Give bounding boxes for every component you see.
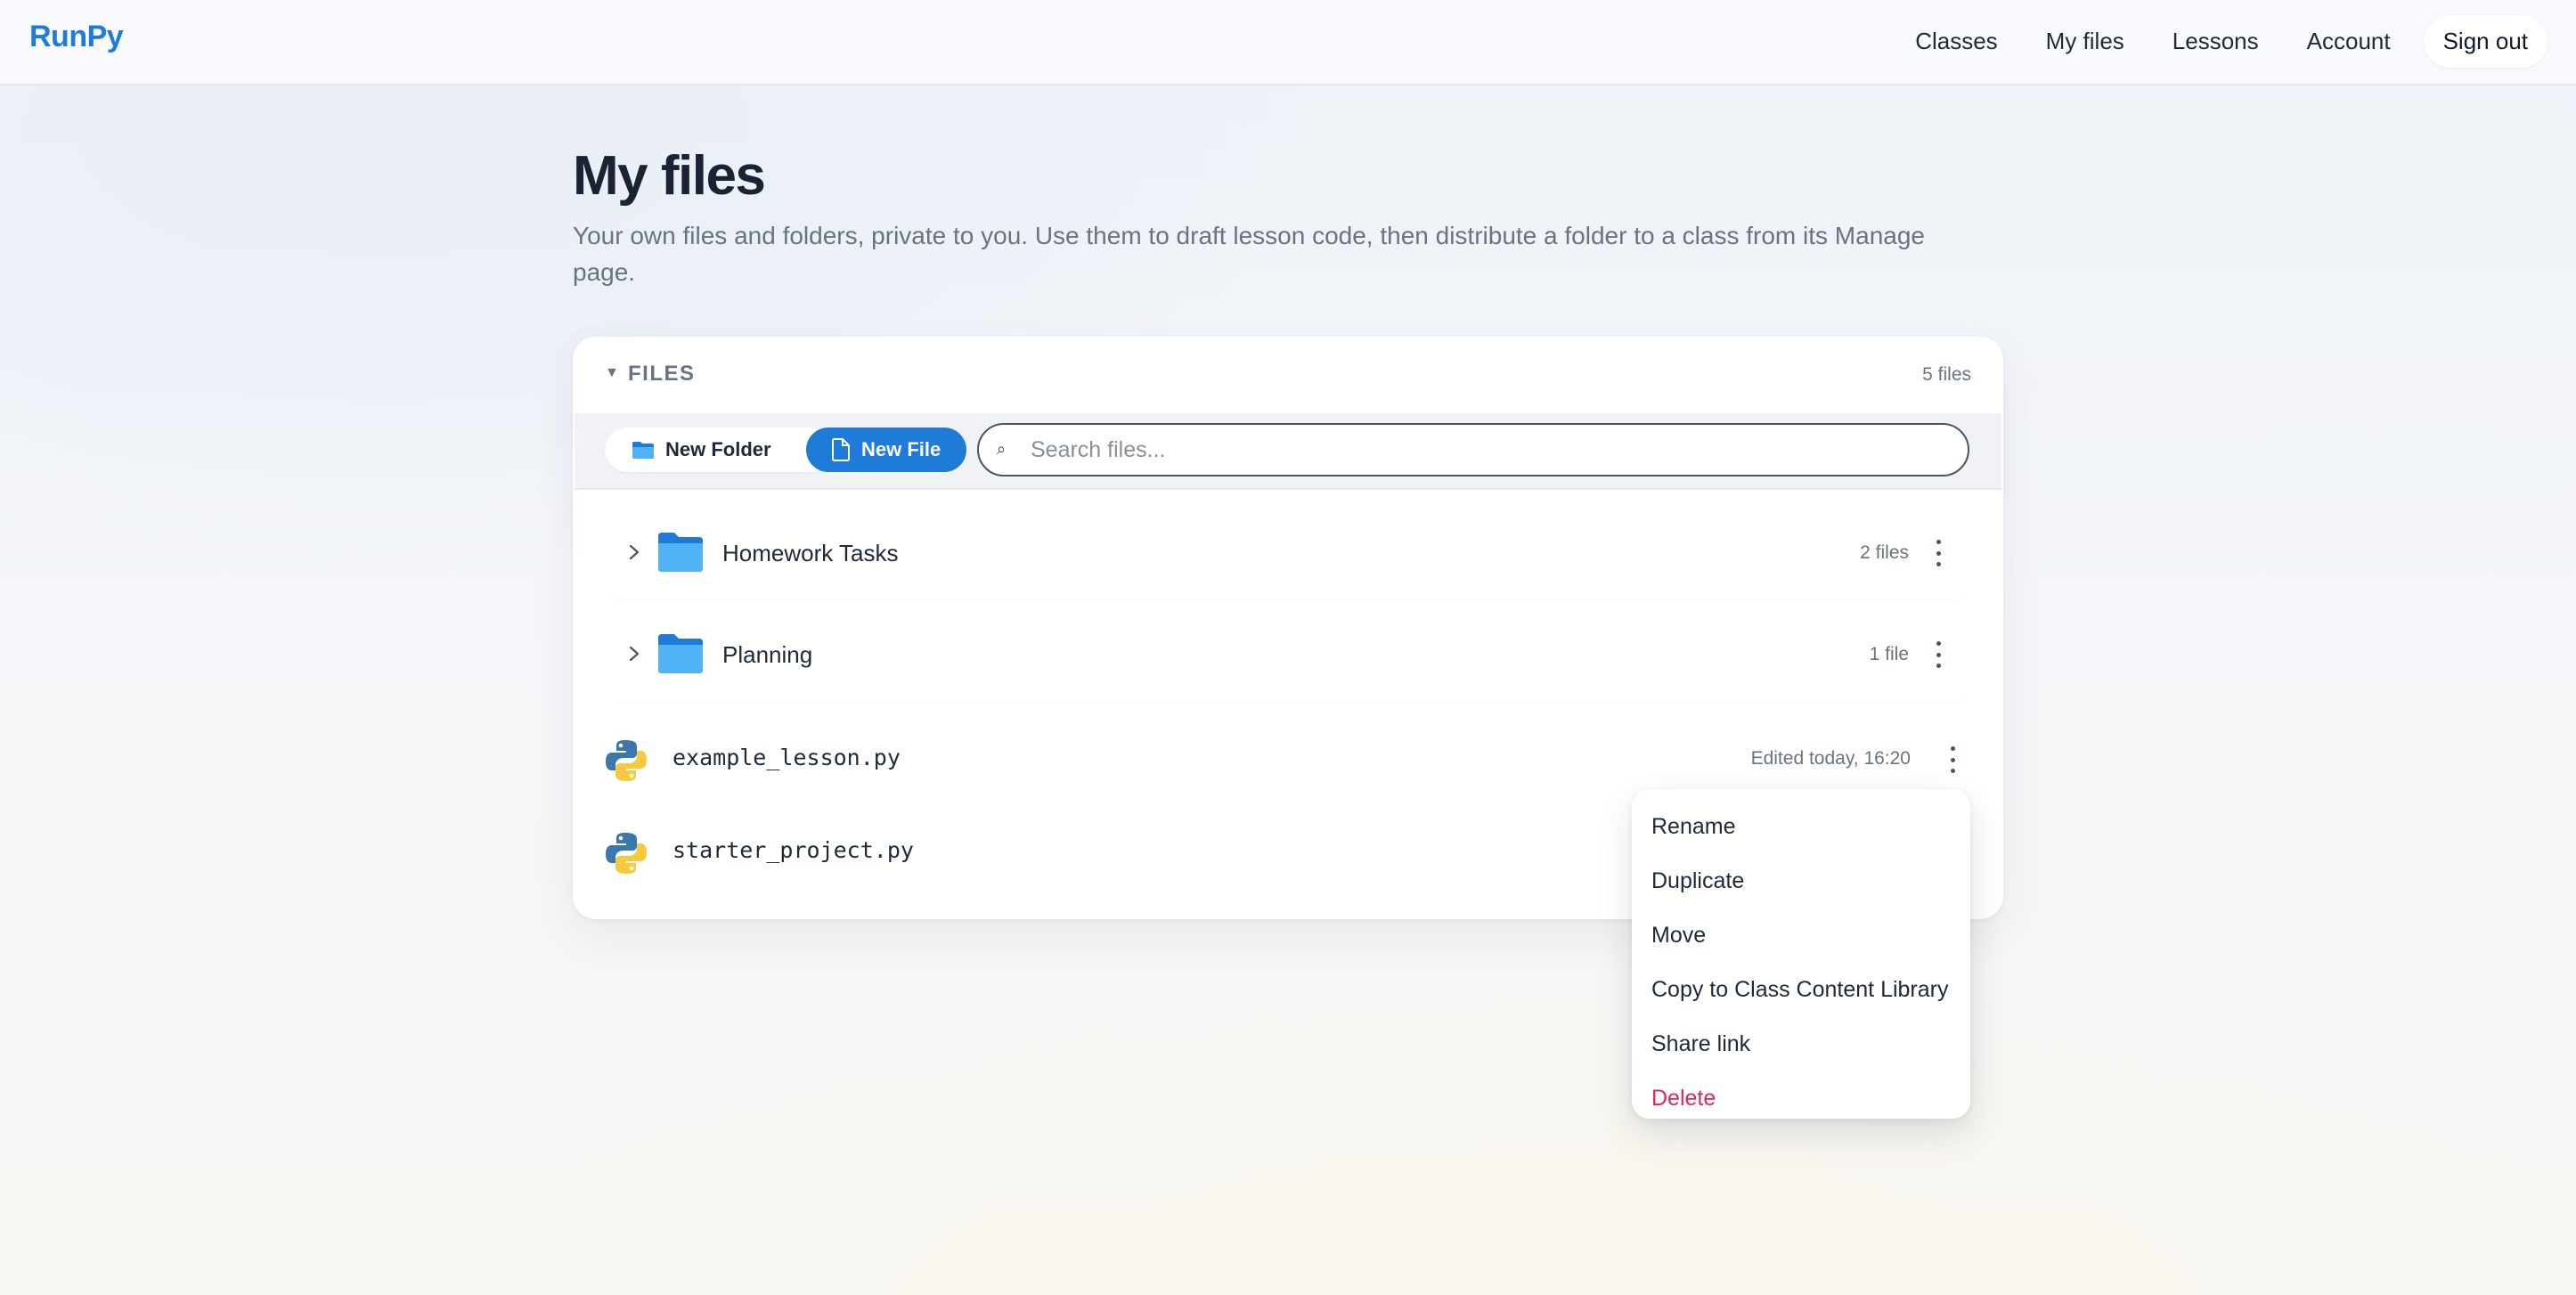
top-nav: RunPy Classes My files Lessons Account S…: [0, 0, 2576, 86]
chevron-right-icon[interactable]: [624, 540, 644, 565]
brand-logo[interactable]: RunPy: [29, 20, 124, 54]
folder-row-planning[interactable]: Planning 1 file: [603, 611, 1973, 700]
sign-out-button[interactable]: Sign out: [2423, 15, 2547, 68]
collapse-caret-icon[interactable]: ▼: [605, 365, 619, 381]
file-context-menu: Rename Duplicate Move Copy to Class Cont…: [1632, 789, 1970, 1119]
python-icon: [606, 833, 647, 874]
python-icon: [606, 740, 647, 781]
more-options-icon[interactable]: [1941, 746, 1964, 773]
new-folder-button[interactable]: New Folder: [605, 428, 833, 472]
nav-links: Classes My files Lessons Account Sign ou…: [1891, 15, 2547, 68]
search-box: ⌕: [977, 423, 1969, 476]
search-input[interactable]: [1031, 432, 1939, 468]
files-panel-title: FILES: [628, 362, 696, 386]
menu-item-move[interactable]: Move: [1632, 908, 1970, 963]
new-file-button[interactable]: New File: [806, 428, 966, 472]
file-name[interactable]: example_lesson.py: [673, 745, 901, 770]
more-options-icon[interactable]: [1927, 540, 1950, 566]
menu-item-duplicate[interactable]: Duplicate: [1632, 854, 1970, 908]
menu-item-copy-to-library[interactable]: Copy to Class Content Library: [1632, 963, 1970, 1017]
folder-icon: [658, 634, 703, 673]
new-file-label: New File: [861, 438, 942, 460]
chevron-right-icon[interactable]: [624, 641, 644, 666]
files-panel-header[interactable]: ▼ FILES 5 files: [573, 337, 2003, 413]
menu-item-share-link[interactable]: Share link: [1632, 1017, 1970, 1071]
file-edited-time: Edited today, 16:20: [1750, 748, 1911, 769]
page-title: My files: [573, 145, 766, 207]
folder-icon: [632, 442, 654, 459]
page-description: Your own files and folders, private to y…: [573, 222, 1925, 286]
file-icon: [832, 438, 850, 461]
folder-row-homework-tasks[interactable]: Homework Tasks 2 files: [603, 509, 1973, 599]
files-count: 5 files: [1922, 364, 1971, 385]
nav-my-files[interactable]: My files: [2022, 15, 2148, 68]
search-icon: ⌕: [997, 440, 1007, 458]
menu-item-delete[interactable]: Delete: [1632, 1071, 1970, 1126]
folder-name[interactable]: Planning: [722, 641, 812, 669]
folder-file-count: 1 file: [1869, 644, 1909, 664]
more-options-icon[interactable]: [1927, 641, 1950, 668]
nav-lessons[interactable]: Lessons: [2148, 15, 2283, 68]
files-toolbar: New Folder New File ⌕: [575, 413, 2001, 490]
nav-account[interactable]: Account: [2283, 15, 2415, 68]
new-folder-label: New Folder: [665, 438, 771, 460]
nav-classes[interactable]: Classes: [1891, 15, 2021, 68]
menu-item-rename[interactable]: Rename: [1632, 800, 1970, 854]
folder-name[interactable]: Homework Tasks: [722, 540, 898, 567]
file-name[interactable]: starter_project.py: [673, 837, 914, 863]
file-row-example-lesson[interactable]: example_lesson.py Edited today, 16:20: [603, 723, 1973, 794]
folder-icon: [658, 533, 703, 572]
folder-file-count: 2 files: [1860, 542, 1909, 563]
